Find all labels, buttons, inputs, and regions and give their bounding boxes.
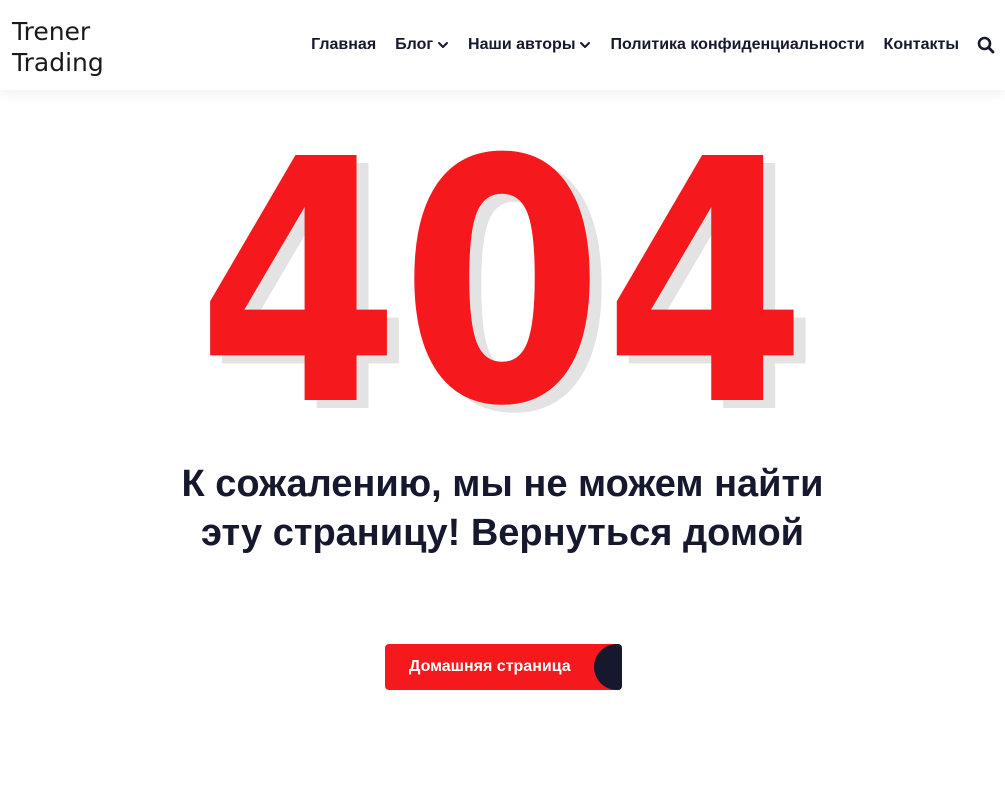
logo-line-1: Trener: [12, 17, 91, 46]
logo-line-2: Trading: [12, 48, 104, 77]
search-icon[interactable]: [977, 36, 995, 54]
site-logo[interactable]: Trener Trading: [12, 16, 104, 78]
nav-item-authors[interactable]: Наши авторы: [468, 36, 591, 54]
nav-item-label: Контакты: [883, 36, 959, 53]
error-message: К сожалению, мы не можем найти эту стран…: [181, 463, 824, 554]
nav-item-privacy[interactable]: Политика конфиденциальности: [610, 36, 864, 54]
nav-item-blog[interactable]: Блог: [395, 36, 449, 54]
nav-item-label: Блог: [395, 36, 434, 53]
nav-item-home[interactable]: Главная: [311, 36, 376, 54]
main-nav: Главная Блог Наши авторы Политика конфид…: [311, 0, 995, 90]
home-page-button-label: Домашняя страница: [409, 658, 571, 675]
error-code-404: 404 404: [197, 140, 819, 430]
home-page-button[interactable]: Домашняя страница: [385, 644, 622, 690]
error-code-text: 404: [197, 140, 807, 430]
nav-item-contacts[interactable]: Контакты: [884, 36, 959, 54]
nav-item-label: Главная: [311, 36, 377, 53]
nav-item-label: Политика конфиденциальности: [610, 36, 865, 53]
nav-item-label: Наши авторы: [468, 36, 576, 53]
chevron-down-icon: [438, 42, 449, 48]
chevron-down-icon: [580, 42, 591, 48]
site-header: Trener Trading Главная Блог Наши авторы …: [0, 0, 1005, 90]
button-decoration: [594, 644, 622, 690]
